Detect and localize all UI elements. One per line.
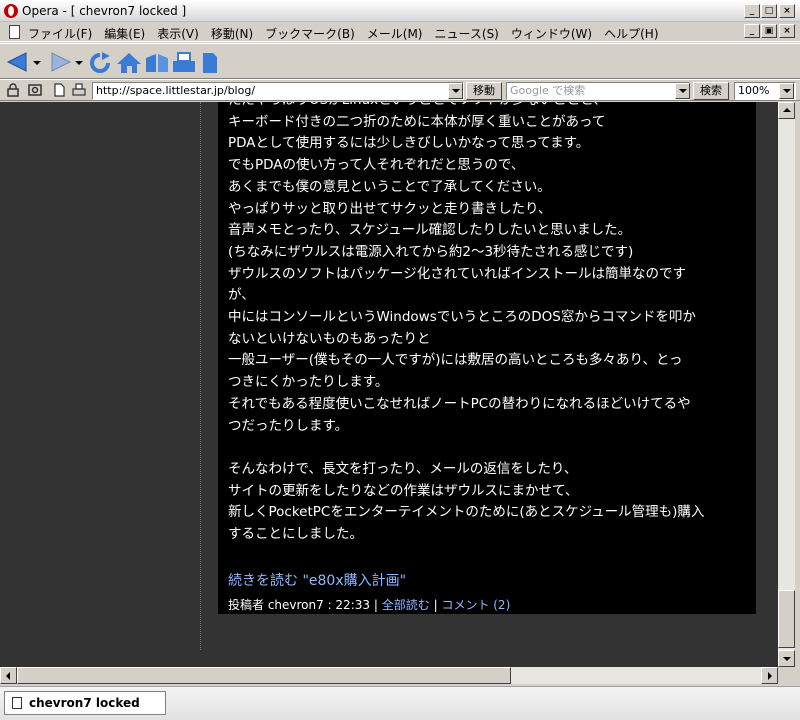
page-tab-bar: chevron7 locked [0, 686, 800, 720]
opera-logo-icon [4, 4, 18, 18]
menu-help[interactable]: ヘルプ(H) [604, 25, 658, 42]
minimize-button[interactable]: _ [744, 4, 760, 18]
page-viewport: ただやっぱりOSがLinuxということでソフトが少ないことと、 キーボード付きの… [0, 102, 778, 667]
address-input[interactable]: http://space.littlestar.jp/blog/ [92, 82, 464, 100]
read-more-link[interactable]: 続きを読む "e80x購入計画" [228, 570, 406, 590]
page-icon[interactable] [200, 52, 220, 74]
page-info-icon[interactable] [52, 83, 66, 97]
footer-separator: | [373, 598, 378, 612]
blog-entry: ただやっぱりOSがLinuxということでソフトが少ないことと、 キーボード付きの… [218, 102, 756, 614]
entry-line: つきにくかったりします。 [228, 374, 389, 391]
menu-news[interactable]: ニュース(S) [434, 25, 498, 42]
sidebar-divider [200, 102, 201, 650]
entry-line: 中にはコンソールというWindowsでいうところのDOS窓からコマンドを叩か [228, 309, 696, 326]
entry-line: つだったりします。 [228, 417, 349, 434]
entry-line: それでもある程度使いこなせればノートPCの替わりになれるほどいけてるや [228, 395, 691, 412]
cookie-icon[interactable] [28, 83, 42, 97]
zoom-dropdown[interactable] [779, 83, 794, 99]
entry-line: あくまでも僕の意見ということで了承してください。 [228, 178, 551, 195]
back-icon[interactable] [6, 52, 30, 72]
entry-line: キーボード付きの二つ折のために本体が厚く重いことがあって [228, 113, 606, 130]
read-all-link[interactable]: 全部読む [382, 598, 430, 612]
search-engine-dropdown[interactable] [675, 83, 690, 99]
scroll-down-button[interactable] [778, 650, 795, 667]
menu-bookmarks[interactable]: ブックマーク(B) [265, 25, 355, 42]
hotlist-icon[interactable] [144, 52, 170, 74]
print-icon[interactable] [172, 52, 196, 74]
vertical-scrollbar[interactable] [778, 102, 795, 667]
mdi-restore-button[interactable]: ▣ [761, 24, 777, 38]
posted-by-text: 投稿者 chevron7 : 22:33 [228, 598, 371, 612]
mdi-minimize-button[interactable]: _ [744, 24, 760, 38]
title-bar: Opera - [ chevron7 locked ] _ □ × [0, 0, 800, 22]
footer-separator: | [433, 598, 438, 612]
entry-line: そんなわけで、長文を打ったり、メールの返信をしたり、 [228, 460, 578, 477]
entry-line: が、 [228, 287, 255, 304]
entry-line: 一般ユーザー(僕もその一人ですが)には敷居の高いところも多々あり、とっ [228, 352, 683, 369]
entry-line: ただやっぱりOSがLinuxということでソフトが少ないことと、 [228, 102, 748, 112]
forward-history-icon[interactable] [74, 52, 84, 72]
reload-icon[interactable] [88, 52, 112, 74]
page-tab-label: chevron7 locked [29, 696, 140, 710]
entry-line: 音声メモとったり、スケジュール確認したりしたいと思いました。 [228, 222, 632, 239]
forward-icon[interactable] [48, 52, 72, 72]
menu-edit[interactable]: 編集(E) [104, 25, 145, 42]
page-tab[interactable]: chevron7 locked [4, 691, 166, 715]
navigation-toolbar [0, 43, 800, 79]
comments-link[interactable]: コメント (2) [441, 598, 510, 612]
menu-window[interactable]: ウィンドウ(W) [511, 25, 592, 42]
entry-line: ないといけないものもあったりと [228, 330, 431, 347]
back-history-icon[interactable] [32, 52, 42, 72]
entry-line: (ちなみにザウルスは電源入れてから約2〜3秒待たされる感じです) [228, 243, 634, 260]
close-button[interactable]: × [779, 4, 795, 18]
print-small-icon[interactable] [72, 83, 86, 97]
search-input[interactable]: Google で検索 [506, 82, 690, 100]
address-bar: http://space.littlestar.jp/blog/ 移動 Goog… [0, 79, 800, 101]
entry-footer: 投稿者 chevron7 : 22:33 | 全部読む | コメント (2) [228, 596, 510, 613]
menu-navigate[interactable]: 移動(N) [211, 25, 253, 42]
mdi-close-button[interactable]: × [779, 24, 795, 38]
go-button[interactable]: 移動 [466, 82, 502, 100]
document-icon [9, 25, 20, 39]
entry-line: 新しくPocketPCをエンターテイメントのために(あとスケジュール管理も)購入 [228, 504, 705, 521]
vertical-scroll-thumb[interactable] [778, 590, 795, 648]
window-title: Opera - [ chevron7 locked ] [22, 4, 187, 18]
search-button[interactable]: 検索 [693, 82, 729, 100]
menu-view[interactable]: 表示(V) [157, 25, 199, 42]
tab-page-icon [12, 697, 22, 709]
security-lock-icon[interactable] [6, 83, 20, 97]
address-history-dropdown[interactable] [448, 83, 463, 99]
entry-line: サイトの更新をしたりなどの作業はザウルスにまかせて、 [228, 482, 579, 499]
scroll-up-button[interactable] [778, 102, 795, 119]
entry-line: することにしました。 [228, 526, 363, 543]
scroll-left-button[interactable] [0, 667, 17, 684]
entry-line: ザウルスのソフトはパッケージ化されていればインストールは簡単なのです [228, 265, 687, 282]
menu-file[interactable]: ファイル(F) [28, 25, 92, 42]
entry-body: ただやっぱりOSがLinuxということでソフトが少ないことと、 キーボード付きの… [228, 102, 748, 546]
entry-line: でもPDAの使い方って人それぞれだと思うので、 [228, 157, 525, 174]
scroll-right-button[interactable] [761, 667, 778, 684]
maximize-button[interactable]: □ [761, 4, 777, 18]
entry-line: やっぱりサッと取り出せてサクッと走り書きしたり、 [228, 200, 552, 217]
entry-line: PDAとして使用するには少しきびしいかなって思ってます。 [228, 135, 590, 152]
menu-bar: ファイル(F) 編集(E) 表示(V) 移動(N) ブックマーク(B) メール(… [0, 22, 800, 42]
horizontal-scrollbar[interactable] [0, 667, 778, 684]
menu-items: ファイル(F) 編集(E) 表示(V) 移動(N) ブックマーク(B) メール(… [28, 25, 671, 42]
home-icon[interactable] [116, 52, 142, 74]
menu-mail[interactable]: メール(M) [367, 25, 423, 42]
horizontal-scroll-thumb[interactable] [17, 667, 511, 684]
